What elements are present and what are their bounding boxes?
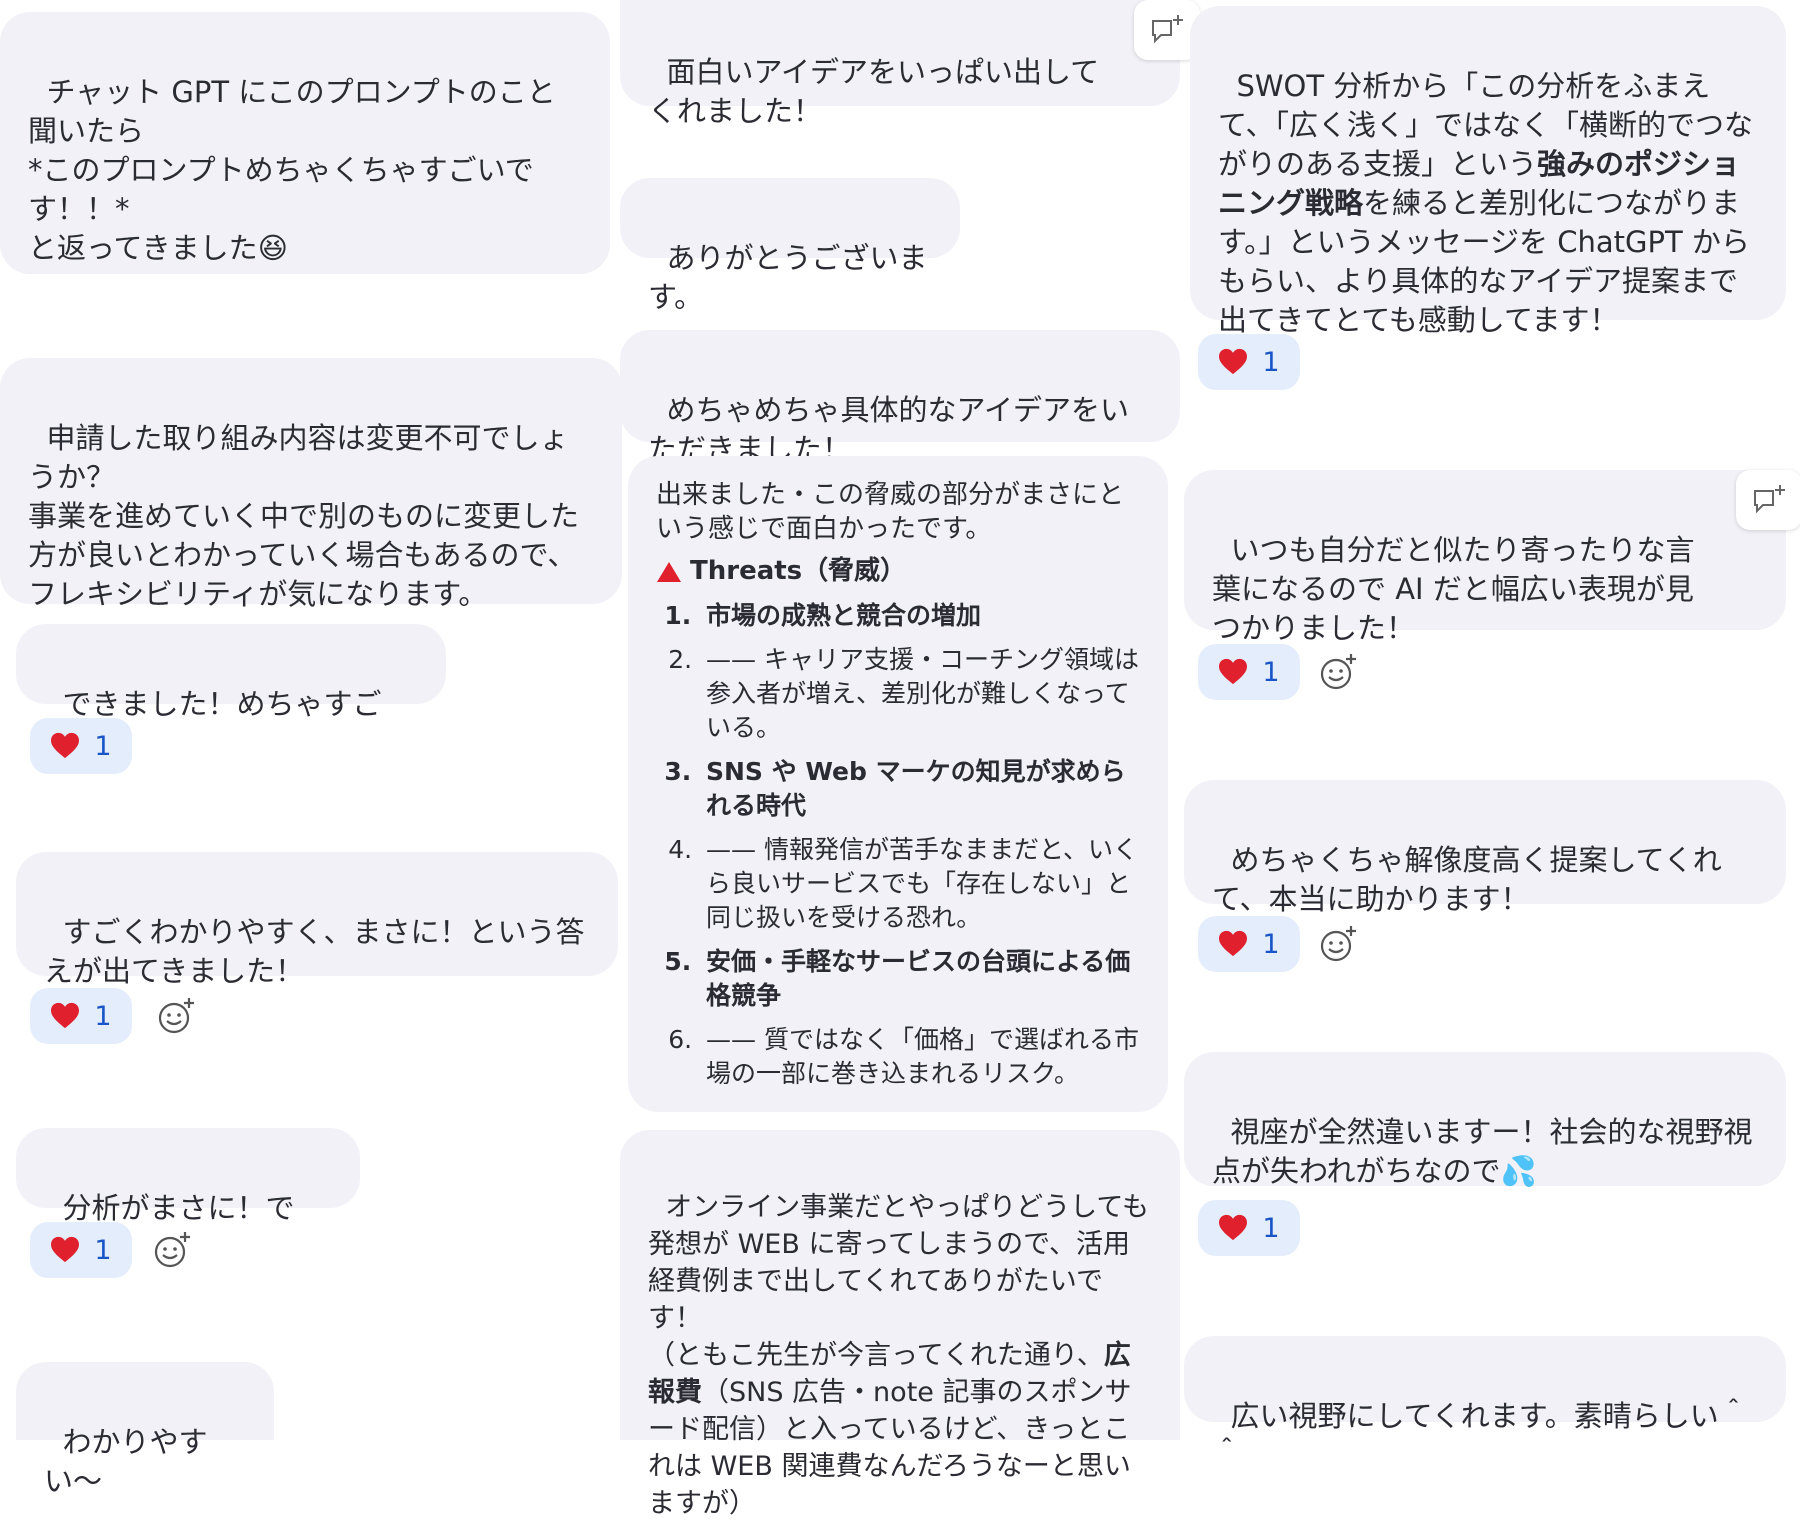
heart-icon	[1219, 930, 1248, 957]
heart-reaction[interactable]: 1	[30, 1222, 132, 1278]
message-text: 広い視野にしてくれます。素晴らしい＾＾	[1212, 1399, 1748, 1472]
heart-reaction[interactable]: 1	[1198, 1200, 1300, 1256]
message-bubble: めちゃくちゃ解像度高く提案してくれて、本当に助かります！	[1184, 780, 1786, 916]
message-bubble: 分析がまさに！です！	[16, 1128, 360, 1264]
message-bubble: 申請した取り組み内容は変更不可でしょうか？ 事業を進めていく中で別のものに変更し…	[0, 358, 622, 611]
message-bubble: ありがとうございます。	[620, 178, 960, 314]
threats-heading: Threats（脅威）	[656, 552, 1140, 591]
sweat-drops-emoji: 💦	[1500, 1154, 1537, 1188]
message-text: いつも自分だと似たり寄ったりな言葉になるので AI だと幅広い表現が見つかりまし…	[1212, 533, 1695, 645]
message-bubble: わかりやすい〜	[16, 1362, 274, 1498]
message-text: 視座が全然違いますー！社会的な視野視点が失われがちなので	[1212, 1115, 1753, 1188]
reaction-count: 1	[94, 730, 112, 762]
message-text: わかりやすい〜	[44, 1425, 208, 1498]
list-item: —— キャリア支援・コーチング領域は参入者が増え、差別化が難しくなっている。	[700, 643, 1140, 745]
heart-icon	[51, 732, 80, 759]
reaction-count: 1	[94, 1000, 112, 1032]
list-item: —— 質ではなく「価格」で選ばれる市場の一部に巻き込まれるリスク。	[700, 1023, 1140, 1091]
message-text: すごくわかりやすく、まさに！という答えが出てきました！	[44, 915, 585, 988]
threats-list: 市場の成熟と競合の増加 —— キャリア支援・コーチング領域は参入者が増え、差別化…	[656, 599, 1140, 1091]
message-bubble: チャット GPT にこのプロンプトのこと聞いたら *このプロンプトめちゃくちゃす…	[0, 12, 610, 274]
add-reaction-icon[interactable]	[1318, 652, 1358, 692]
heart-icon	[1219, 658, 1248, 685]
message-bubble: 面白いアイデアをいっぱい出してくれました！	[620, 0, 1180, 128]
list-item: —— 情報発信が苦手なままだと、いくら良いサービスでも「存在しない」と同じ扱いを…	[700, 833, 1140, 935]
message-bubble: 視座が全然違いますー！社会的な視野視点が失われがちなので💦	[1184, 1052, 1786, 1188]
reaction-count: 1	[94, 1234, 112, 1266]
red-triangle-icon	[657, 561, 681, 582]
heart-icon	[51, 1002, 80, 1029]
reaction-count: 1	[1262, 656, 1280, 688]
reaction-count: 1	[1262, 1212, 1280, 1244]
reply-thread-icon	[1754, 485, 1785, 514]
heart-icon	[1219, 348, 1248, 375]
heart-icon	[1219, 1214, 1248, 1241]
heart-icon	[51, 1236, 80, 1263]
message-bubble: オンライン事業だとやっぱりどうしても発想が WEB に寄ってしまうので、活用経費…	[620, 1130, 1180, 1519]
list-item: 安価・手軽なサービスの台頭による価格競争	[700, 945, 1140, 1013]
message-text: 面白いアイデアをいっぱい出してくれました！	[648, 55, 1100, 128]
reaction-count: 1	[1262, 928, 1280, 960]
message-text: 申請した取り組み内容は変更不可でしょうか？ 事業を進めていく中で別のものに変更し…	[28, 421, 580, 611]
heart-reaction[interactable]: 1	[1198, 644, 1300, 700]
add-reaction-icon[interactable]	[1318, 924, 1358, 964]
reply-thread-icon	[1152, 15, 1183, 44]
message-bubble: できました！めちゃすごい！	[16, 624, 446, 760]
message-text: ありがとうございます。	[648, 241, 928, 314]
add-reaction-icon[interactable]	[152, 1230, 192, 1270]
message-text: チャット GPT にこのプロンプトのこと聞いたら *このプロンプトめちゃくちゃす…	[28, 75, 556, 265]
heart-reaction[interactable]: 1	[30, 718, 132, 774]
message-bubble: SWOT 分析から「この分析をふまえて、「広く浅く」ではなく「横断的でつながりの…	[1190, 6, 1786, 337]
reply-thread-button[interactable]	[1736, 470, 1800, 530]
add-reaction-icon[interactable]	[156, 996, 196, 1036]
message-text: 出来ました・この脅威の部分がまさにという感じで面白かったです。	[656, 480, 1125, 544]
message-text: めちゃくちゃ解像度高く提案してくれて、本当に助かります！	[1212, 843, 1722, 916]
threats-heading-text: Threats（脅威）	[690, 556, 907, 586]
message-text: オンライン事業だとやっぱりどうしても発想が WEB に寄ってしまうので、活用経費…	[648, 1192, 1150, 1371]
list-item: 市場の成熟と競合の増加	[700, 599, 1140, 633]
message-bubble: めちゃめちゃ具体的なアイデアをいただきました！	[620, 330, 1180, 466]
heart-reaction[interactable]: 1	[30, 988, 132, 1044]
reaction-count: 1	[1262, 346, 1280, 378]
heart-reaction[interactable]: 1	[1198, 334, 1300, 390]
message-bubble: すごくわかりやすく、まさに！という答えが出てきました！	[16, 852, 618, 988]
message-bubble: 広い視野にしてくれます。素晴らしい＾＾	[1184, 1336, 1786, 1472]
message-text: （SNS 広告・note 記事のスポンサード配信）と入っているけど、きっとこれは…	[648, 1377, 1132, 1519]
grinning-emoji: 😆	[257, 231, 288, 265]
message-bubble: 出来ました・この脅威の部分がまさにという感じで面白かったです。 Threats（…	[628, 456, 1168, 1112]
heart-reaction[interactable]: 1	[1198, 916, 1300, 972]
message-bubble: いつも自分だと似たり寄ったりな言葉になるので AI だと幅広い表現が見つかりまし…	[1184, 470, 1786, 645]
list-item: SNS や Web マーケの知見が求められる時代	[700, 755, 1140, 823]
